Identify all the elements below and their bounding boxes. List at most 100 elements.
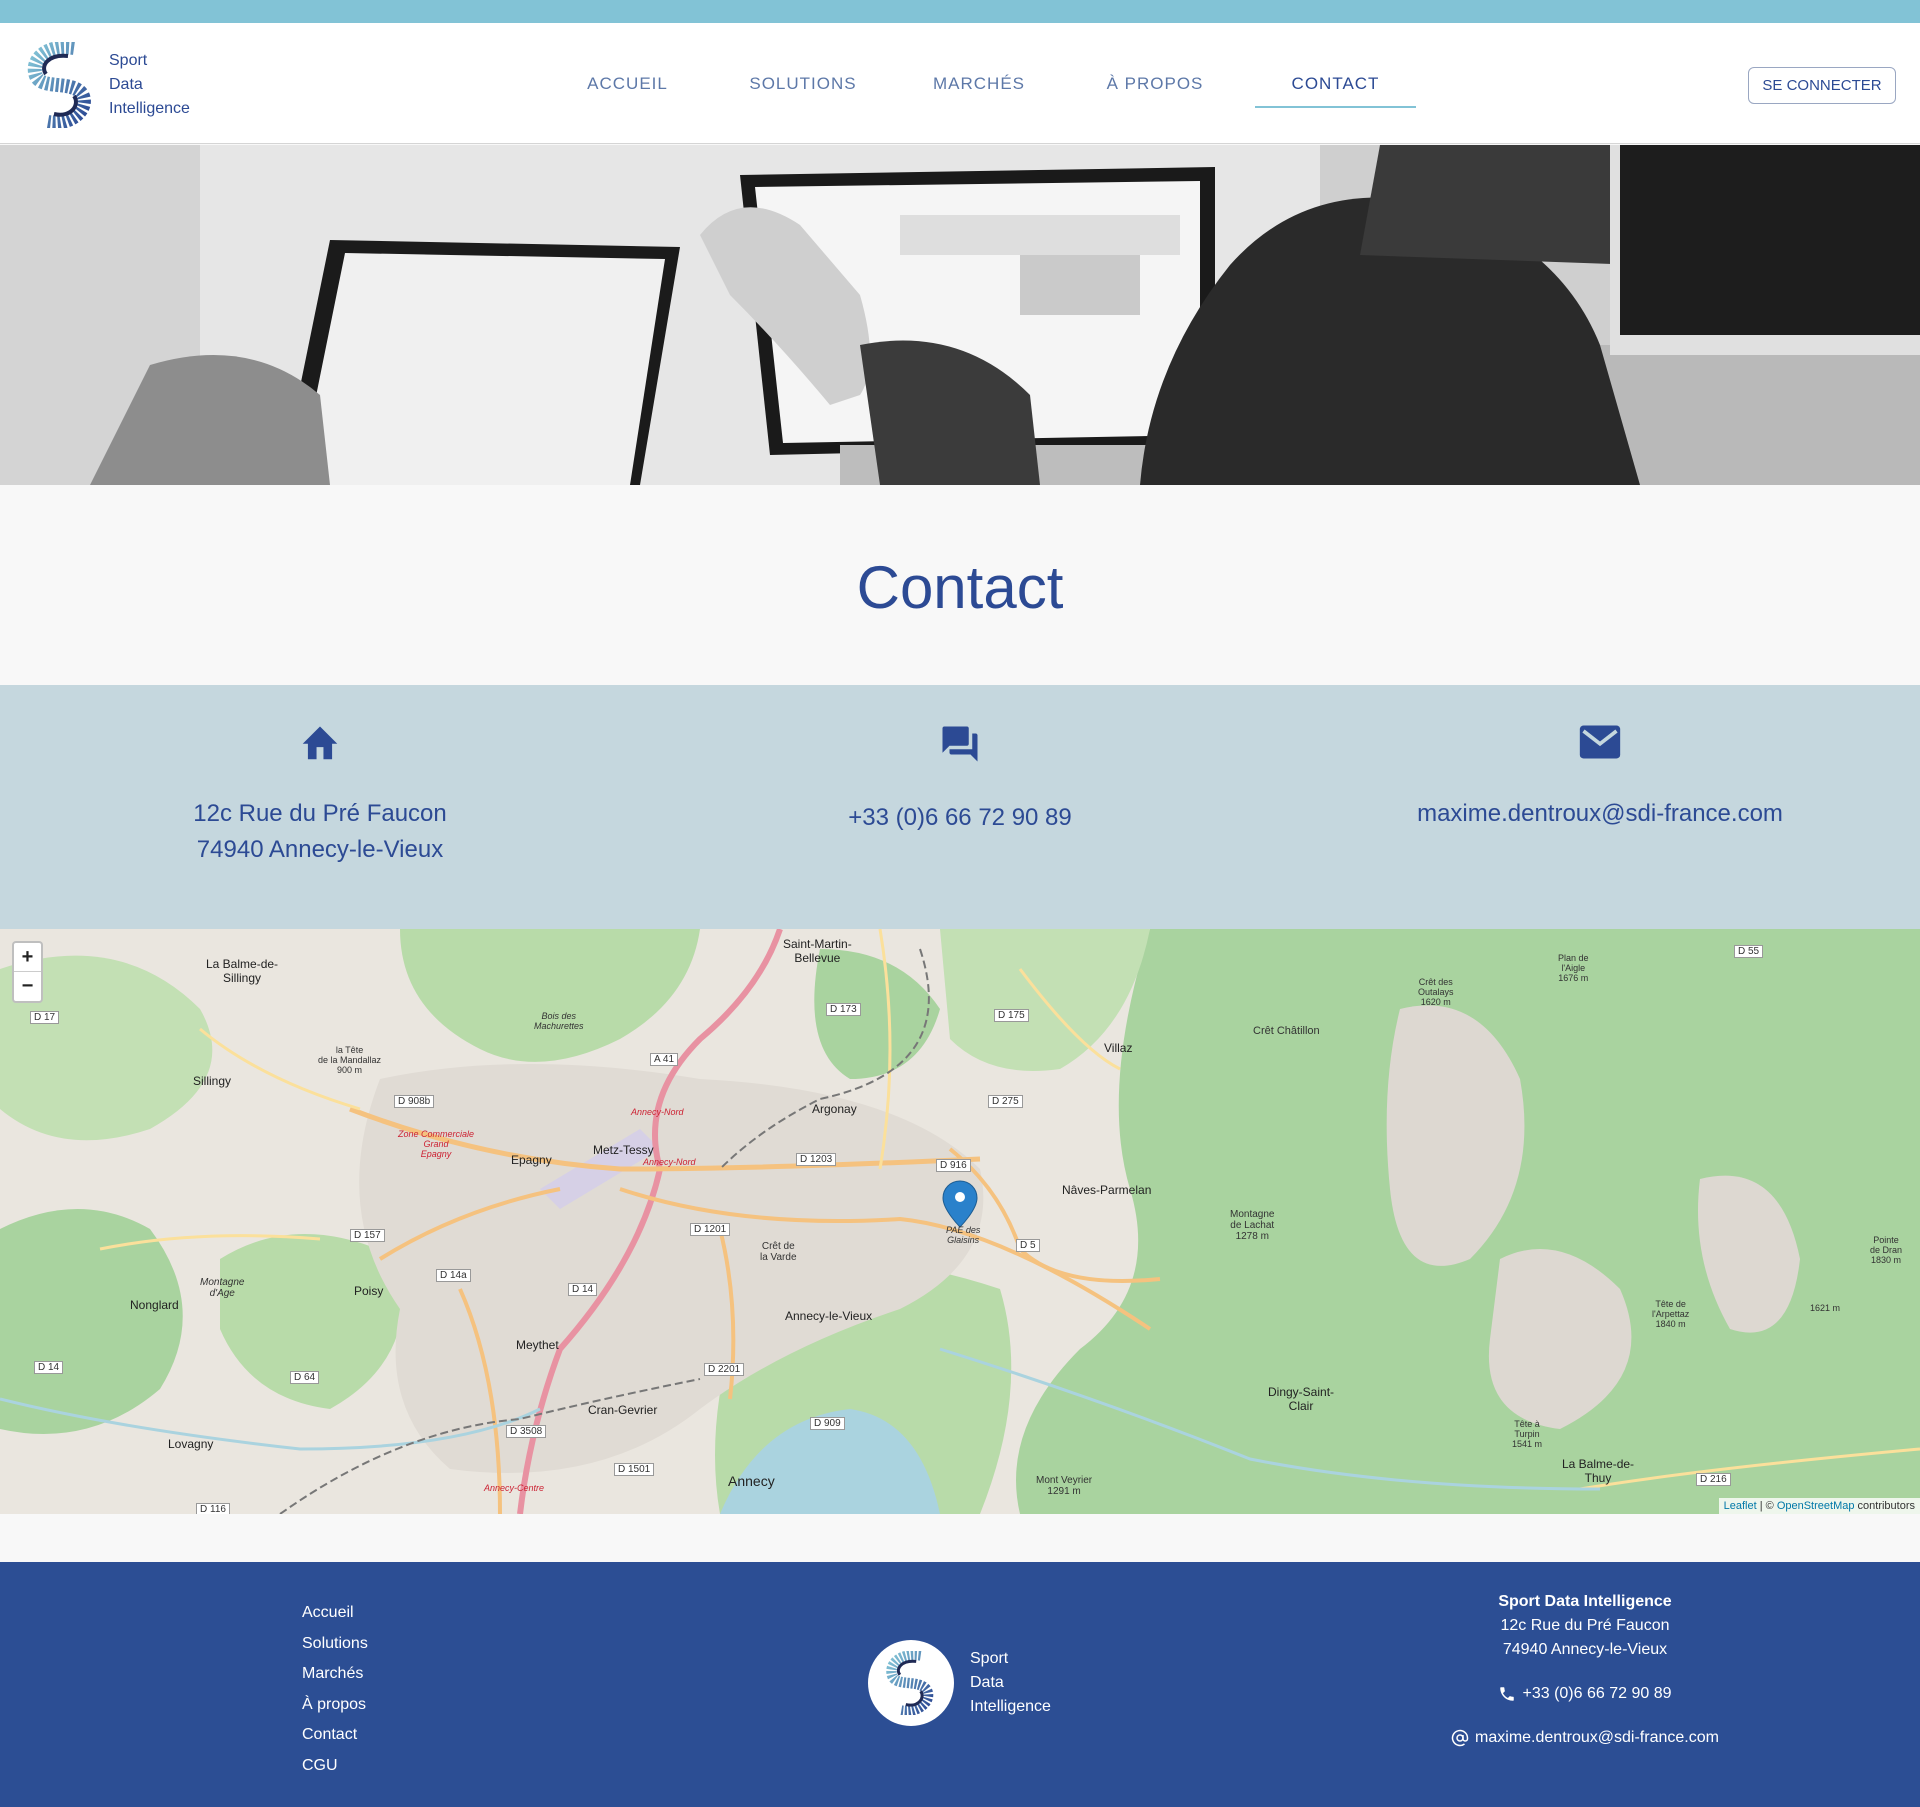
map-label: Nonglard — [130, 1298, 179, 1312]
map-label: Bois des Machurettes — [534, 1011, 584, 1031]
footer-link-accueil[interactable]: Accueil — [302, 1598, 368, 1629]
map-label: Epagny — [511, 1153, 552, 1167]
footer-link-contact[interactable]: Contact — [302, 1720, 368, 1751]
at-sign-icon — [1451, 1729, 1469, 1747]
footer-phone[interactable]: +33 (0)6 66 72 90 89 — [1420, 1682, 1750, 1706]
address-text: 12c Rue du Pré Faucon 74940 Annecy-le-Vi… — [193, 800, 447, 863]
map-label: Annecy-Nord — [631, 1107, 684, 1117]
login-button[interactable]: SE CONNECTER — [1748, 67, 1896, 104]
footer-contact: Sport Data Intelligence 12c Rue du Pré F… — [1420, 1590, 1750, 1750]
map-label: Crêt des Outalays 1620 m — [1418, 977, 1454, 1007]
road-label: A 41 — [650, 1053, 679, 1066]
road-label: D 5 — [1016, 1239, 1040, 1252]
footer-link-solutions[interactable]: Solutions — [302, 1629, 368, 1660]
footer-email[interactable]: maxime.dentroux@sdi-france.com — [1420, 1726, 1750, 1750]
road-label: D 175 — [994, 1009, 1029, 1022]
map-label: Mont Veyrier 1291 m — [1036, 1475, 1093, 1497]
footer-logo-badge — [868, 1640, 954, 1726]
zoom-out-button[interactable]: − — [14, 972, 41, 1001]
map-label: Zone Commerciale Grand Epagny — [398, 1129, 475, 1159]
road-label: D 1203 — [796, 1153, 837, 1166]
road-label: D 909 — [810, 1417, 845, 1430]
footer-link-marches[interactable]: Marchés — [302, 1659, 368, 1690]
map-label: Plan de l'Aigle 1676 m — [1558, 953, 1589, 983]
leaflet-link[interactable]: Leaflet — [1724, 1500, 1757, 1512]
map-label: Cran-Gevrier — [588, 1403, 658, 1417]
zoom-in-button[interactable]: + — [14, 943, 41, 972]
phone-block: +33 (0)6 66 72 90 89 — [810, 723, 1110, 836]
brand-logo[interactable]: Sport Data Intelligence — [26, 42, 190, 128]
email-text[interactable]: maxime.dentroux@sdi-france.com — [1400, 796, 1800, 832]
road-label: D 64 — [290, 1371, 320, 1384]
map-label: Poisy — [354, 1284, 384, 1298]
location-map[interactable]: Saint-Martin- Bellevue La Balme-de- Sillin… — [0, 929, 1920, 1514]
sdi-logo-icon — [27, 42, 91, 128]
brand-name: Sport Data Intelligence — [109, 52, 190, 117]
map-label: La Balme-de- Thuy — [1562, 1457, 1635, 1485]
phone-icon — [1500, 1687, 1515, 1701]
road-label: D 173 — [826, 1003, 861, 1016]
nav-solutions[interactable]: SOLUTIONS — [715, 23, 891, 144]
hero-image — [0, 145, 1920, 485]
map-label: Annecy — [728, 1473, 775, 1489]
map-label: Montagne d'Age — [200, 1277, 245, 1299]
sdi-logo-icon — [886, 1651, 934, 1715]
home-icon — [302, 726, 338, 760]
road-label: D 3508 — [506, 1425, 547, 1438]
map-label: Montagne de Lachat 1278 m — [1230, 1209, 1275, 1242]
mail-icon — [1579, 725, 1621, 759]
page-title-band: Contact — [0, 485, 1920, 685]
map-label: Tête à Turpin 1541 m — [1512, 1419, 1543, 1449]
road-label: D 216 — [1696, 1473, 1731, 1486]
map-marker-label: PAE des Glaisins — [946, 1225, 981, 1245]
site-footer: Accueil Solutions Marchés À propos Conta… — [0, 1562, 1920, 1807]
top-accent-bar — [0, 0, 1920, 23]
map-label: Argonay — [812, 1102, 857, 1116]
map-label: la Tête de la Mandallaz 900 m — [318, 1045, 382, 1075]
map-label: Annecy-le-Vieux — [785, 1309, 873, 1323]
osm-link[interactable]: OpenStreetMap — [1777, 1500, 1855, 1512]
page-title: Contact — [856, 554, 1064, 621]
footer-address-line2: 74940 Annecy-le-Vieux — [1502, 1641, 1668, 1658]
road-label: D 157 — [350, 1229, 385, 1242]
map-label: Metz-Tessy — [593, 1143, 654, 1157]
site-header: Sport Data Intelligence ACCUEIL SOLUTION… — [0, 23, 1920, 144]
nav-marches[interactable]: MARCHÉS — [891, 23, 1067, 144]
map-label: Annecy-Nord — [643, 1157, 696, 1167]
map-label: Crêt Châtillon — [1253, 1025, 1320, 1037]
footer-address-line1: 12c Rue du Pré Faucon — [1500, 1617, 1670, 1634]
map-label: 1621 m — [1810, 1303, 1841, 1313]
map-label: Annecy-Centre — [484, 1483, 545, 1493]
map-label: Crêt de la Varde — [760, 1241, 797, 1263]
map-label: Meythet — [516, 1338, 559, 1352]
map-label: Villaz — [1104, 1041, 1133, 1055]
phone-text[interactable]: +33 (0)6 66 72 90 89 — [810, 800, 1110, 836]
nav-contact[interactable]: CONTACT — [1255, 23, 1416, 144]
footer-link-cgu[interactable]: CGU — [302, 1751, 368, 1782]
map-label: Pointe de Dran 1830 m — [1870, 1235, 1903, 1265]
chat-icon — [942, 726, 978, 762]
map-zoom-control: + − — [12, 941, 43, 1003]
main-nav: ACCUEIL SOLUTIONS MARCHÉS À PROPOS CONTA… — [540, 23, 1416, 144]
road-label: D 14 — [34, 1361, 64, 1374]
footer-logo[interactable]: Sport Data Intelligence — [868, 1640, 1051, 1726]
road-label: D 1501 — [614, 1463, 655, 1476]
contact-info-band: 12c Rue du Pré Faucon 74940 Annecy-le-Vi… — [0, 685, 1920, 929]
footer-company: Sport Data Intelligence — [1498, 1593, 1672, 1610]
address-block: 12c Rue du Pré Faucon 74940 Annecy-le-Vi… — [170, 723, 470, 868]
road-label: D 2201 — [704, 1363, 745, 1376]
map-attribution: Leaflet | © OpenStreetMap contributors — [1718, 1498, 1920, 1514]
road-label: D 916 — [936, 1159, 971, 1172]
footer-link-a-propos[interactable]: À propos — [302, 1690, 368, 1721]
footer-nav: Accueil Solutions Marchés À propos Conta… — [302, 1598, 368, 1781]
map-label: Lovagny — [168, 1437, 214, 1451]
nav-accueil[interactable]: ACCUEIL — [540, 23, 715, 144]
road-label: D 17 — [30, 1011, 60, 1024]
map-label: Saint-Martin- Bellevue — [783, 937, 852, 965]
nav-a-propos[interactable]: À PROPOS — [1067, 23, 1243, 144]
map-tiles — [0, 929, 1920, 1514]
map-label: La Balme-de- Sillingy — [206, 957, 279, 985]
hero-photo-illustration — [0, 145, 1920, 485]
map-label: Tête de l'Arpettaz 1840 m — [1652, 1299, 1690, 1329]
map-label: Nâves-Parmelan — [1062, 1183, 1152, 1197]
